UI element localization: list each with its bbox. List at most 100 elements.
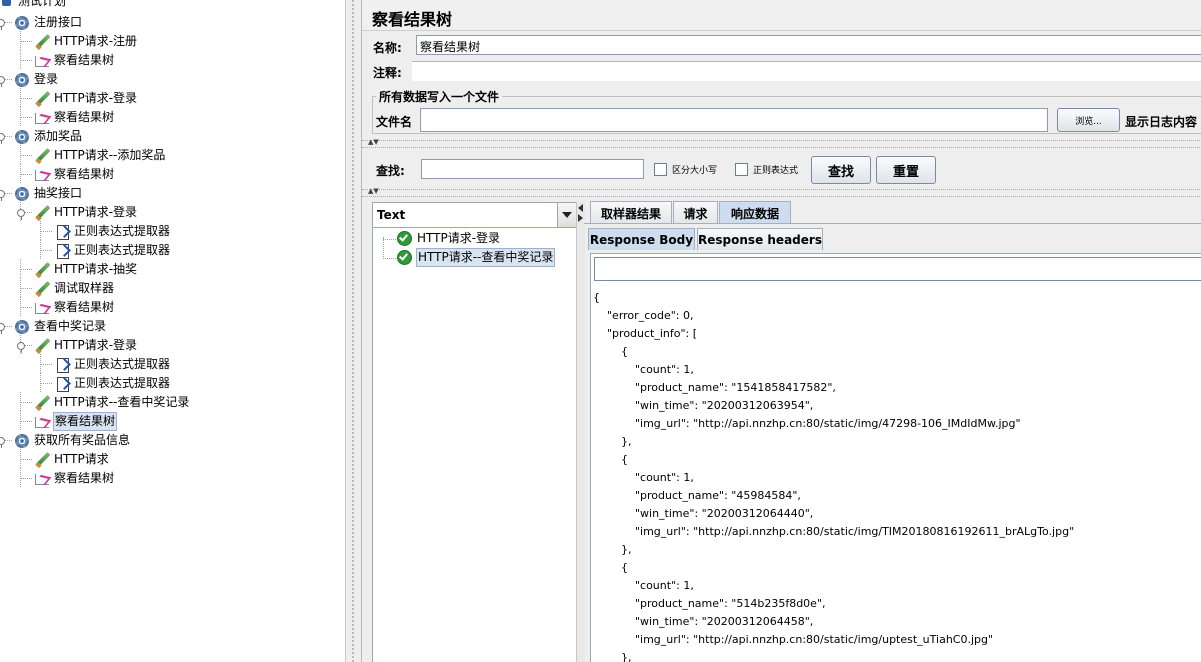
reset-button[interactable]: 重置	[876, 156, 936, 184]
success-icon	[397, 231, 412, 246]
chevron-down-icon[interactable]	[557, 203, 576, 227]
result-tree-icon	[34, 300, 50, 316]
tree-root-label: 测试计划	[18, 0, 67, 8]
tree-item[interactable]: 察看结果树	[34, 51, 115, 70]
tree-item[interactable]: 察看结果树	[34, 165, 115, 184]
sample-results-list[interactable]: Text HTTP请求-登录 HTTP请求--查看中奖记录	[372, 202, 577, 662]
tree-connector	[20, 98, 32, 99]
comment-label: 注释:	[373, 66, 402, 80]
search-input[interactable]	[421, 159, 644, 179]
tree-item[interactable]: 察看结果树	[34, 412, 118, 431]
http-sampler-icon	[34, 452, 50, 468]
case-sensitive-box[interactable]	[654, 163, 667, 176]
http-sampler-icon	[34, 262, 50, 278]
tree-connector	[20, 307, 32, 308]
tree-item-label: 获取所有奖品信息	[34, 433, 131, 447]
tree-item[interactable]: 察看结果树	[34, 469, 115, 488]
tree-item[interactable]: 获取所有奖品信息	[14, 431, 131, 450]
regex-extractor-icon	[54, 376, 70, 392]
case-sensitive-checkbox[interactable]: 区分大小写	[654, 163, 717, 176]
subtab-response-headers[interactable]: Response headers	[697, 228, 823, 250]
tree-connector	[20, 88, 21, 107]
tab-request[interactable]: 请求	[673, 201, 718, 224]
tree-connector	[20, 288, 32, 289]
tree-item[interactable]: 正则表达式提取器	[54, 374, 171, 393]
tree-item-label: HTTP请求-登录	[54, 91, 138, 105]
tree-item[interactable]: 抽奖接口	[14, 184, 83, 203]
tree-item-label: 添加奖品	[34, 129, 83, 143]
tab-sampler-result[interactable]: 取样器结果	[590, 201, 672, 224]
renderer-select[interactable]: Text	[373, 203, 576, 228]
collapse-right-arrow-icon[interactable]	[578, 214, 583, 222]
thread-group-icon	[14, 433, 30, 449]
subtab-response-body[interactable]: Response Body	[588, 228, 695, 250]
tree-item[interactable]: HTTP请求-注册	[34, 32, 138, 51]
tree-item[interactable]: 注册接口	[14, 13, 83, 32]
tree-expand-handle[interactable]	[0, 437, 5, 448]
regex-checkbox[interactable]: 正则表达式	[735, 163, 798, 176]
result-tree-icon	[34, 110, 50, 126]
thread-group-icon	[14, 186, 30, 202]
tree-root[interactable]: 测试计划	[0, 0, 67, 11]
tree-item[interactable]: HTTP请求-登录	[34, 336, 138, 355]
tree-item[interactable]: 查看中奖记录	[14, 317, 107, 336]
tree-connector	[20, 50, 21, 69]
tree-item[interactable]: 察看结果树	[34, 108, 115, 127]
section-divider-1[interactable]	[362, 140, 1201, 148]
tree-expand-handle[interactable]	[0, 133, 5, 144]
sample-result-item[interactable]: HTTP请求--查看中奖记录	[397, 248, 556, 267]
vertical-splitter[interactable]	[345, 0, 362, 662]
renderer-select-value: Text	[377, 208, 406, 222]
tree-expand-handle[interactable]	[0, 19, 5, 30]
section-divider-2[interactable]	[362, 189, 1201, 197]
tree-item[interactable]: HTTP请求--添加奖品	[34, 146, 166, 165]
sample-result-item[interactable]: HTTP请求-登录	[397, 229, 501, 248]
response-search-input[interactable]	[594, 257, 1201, 281]
tree-item-label: 察看结果树	[53, 412, 118, 431]
tree-expand-handle[interactable]	[0, 76, 5, 87]
log-content-label: 显示日志内容	[1125, 115, 1198, 129]
tree-item[interactable]: 正则表达式提取器	[54, 241, 171, 260]
response-body-text[interactable]: { "error_code": 0, "product_info": [ { "…	[593, 289, 1074, 662]
http-sampler-icon	[34, 281, 50, 297]
tree-item[interactable]: HTTP请求-抽奖	[34, 260, 138, 279]
tree-item[interactable]: 正则表达式提取器	[54, 355, 171, 374]
splitter-grip[interactable]	[352, 0, 354, 662]
tree-item-label: 抽奖接口	[34, 186, 83, 200]
tree-connector	[20, 31, 21, 50]
tree-expand-handle[interactable]	[17, 342, 25, 353]
tree-connector	[40, 231, 52, 232]
tree-item[interactable]: 添加奖品	[14, 127, 83, 146]
regex-extractor-icon	[54, 224, 70, 240]
tree-expand-handle[interactable]	[0, 323, 5, 334]
collapse-arrows-2[interactable]: ▲▼	[368, 187, 379, 195]
tab-response-data[interactable]: 响应数据	[719, 201, 791, 224]
response-body-area[interactable]: { "error_code": 0, "product_info": [ { "…	[590, 253, 1201, 662]
result-detail-pane: 取样器结果 请求 响应数据 Response Body Response hea…	[584, 200, 1201, 662]
thread-group-icon	[14, 319, 30, 335]
browse-button[interactable]: 浏览...	[1057, 108, 1120, 132]
tree-expand-handle[interactable]	[17, 209, 25, 220]
find-button[interactable]: 查找	[811, 156, 871, 184]
tree-item[interactable]: 正则表达式提取器	[54, 222, 171, 241]
test-plan-tree[interactable]: 测试计划 注册接口 HTTP请求-注册 察看结果树 登录 HTTP请求-登录 察看结果树添…	[0, 0, 345, 662]
tree-item[interactable]: 登录	[14, 70, 59, 89]
tree-connector	[20, 449, 21, 468]
tree-connector	[20, 155, 32, 156]
comment-field[interactable]	[412, 61, 1201, 81]
collapse-arrows-1[interactable]: ▲▼	[368, 138, 379, 146]
thread-group-icon	[14, 72, 30, 88]
tree-item[interactable]: 调试取样器	[34, 279, 115, 298]
collapse-left-arrow-icon[interactable]	[578, 204, 583, 212]
filename-input[interactable]	[420, 108, 1048, 132]
tree-item[interactable]: 察看结果树	[34, 298, 115, 317]
tree-item[interactable]: HTTP请求--查看中奖记录	[34, 393, 190, 412]
name-field[interactable]: 察看结果树	[416, 35, 1201, 55]
tree-item-label: 正则表达式提取器	[74, 224, 171, 238]
tree-connector	[20, 297, 21, 316]
tree-item[interactable]: HTTP请求	[34, 450, 110, 469]
regex-box[interactable]	[735, 163, 748, 176]
tree-expand-handle[interactable]	[0, 190, 5, 201]
tree-item[interactable]: HTTP请求-登录	[34, 89, 138, 108]
tree-item[interactable]: HTTP请求-登录	[34, 203, 138, 222]
